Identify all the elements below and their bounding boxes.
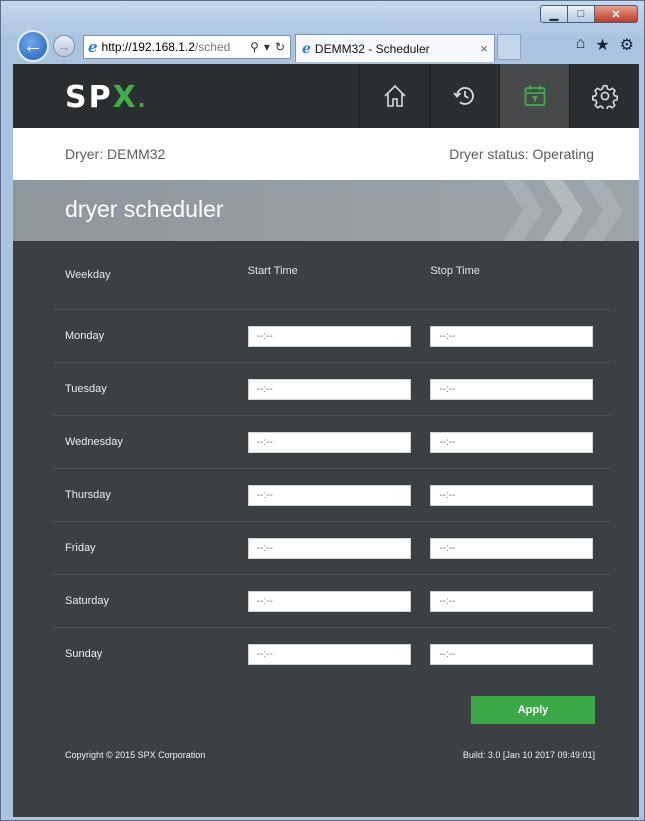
tuesday-start-time-input[interactable]: [247, 378, 411, 400]
weekday-label: Saturday: [65, 595, 110, 607]
calendar-icon: [524, 85, 545, 106]
nav-scheduler-button[interactable]: [499, 64, 569, 128]
monday-stop-time-input[interactable]: [430, 325, 594, 347]
back-arrow-icon[interactable]: ←: [17, 30, 49, 62]
friday-start-time-input[interactable]: [247, 537, 411, 559]
dryer-name: Dryer: DEMM32: [65, 146, 166, 162]
schedule-row-wednesday: Wednesday: [53, 415, 610, 468]
friday-stop-time-input[interactable]: [430, 537, 594, 559]
schedule-row-thursday: Thursday: [53, 468, 610, 521]
monday-start-time-input[interactable]: [247, 325, 411, 347]
minimize-icon[interactable]: ▁: [540, 5, 567, 23]
app-header: SPX.: [13, 64, 639, 128]
saturday-start-time-input[interactable]: [247, 590, 411, 612]
wednesday-stop-time-input[interactable]: [430, 431, 594, 453]
window-controls: ▁ □ ✕: [540, 5, 638, 23]
logo-x: X: [112, 80, 138, 115]
schedule-table: Weekday Start Time Stop Time Monday Tues…: [13, 241, 639, 724]
url-path: /sched: [194, 40, 231, 54]
apply-container: Apply: [53, 696, 610, 724]
apply-button[interactable]: Apply: [471, 696, 595, 724]
nav-home-button[interactable]: [359, 64, 429, 128]
logo-dot: .: [137, 88, 148, 112]
nav-history-button[interactable]: [429, 64, 499, 128]
status-bar: Dryer: DEMM32 Dryer status: Operating: [13, 128, 639, 180]
forward-arrow-icon[interactable]: →: [53, 35, 75, 57]
thursday-stop-time-input[interactable]: [430, 484, 594, 506]
weekday-label: Wednesday: [65, 436, 123, 448]
address-tools: ⚲ ▾ ↻: [245, 40, 290, 54]
thursday-start-time-input[interactable]: [247, 484, 411, 506]
sunday-stop-time-input[interactable]: [430, 643, 594, 665]
build-info: Build: 3.0 [Jan 10 2017 09:49:01]: [462, 750, 595, 760]
weekday-label: Thursday: [65, 489, 111, 501]
nav-settings-button[interactable]: [569, 64, 639, 128]
sunday-start-time-input[interactable]: [247, 643, 411, 665]
browser-window: ▁ □ ✕ ← → e http://192.168.1.2/sched ⚲ ▾…: [0, 0, 645, 821]
favorites-star-icon[interactable]: ★: [595, 35, 609, 55]
close-window-icon[interactable]: ✕: [594, 5, 638, 23]
tuesday-stop-time-input[interactable]: [430, 378, 594, 400]
new-tab-button[interactable]: [497, 34, 521, 60]
weekday-header: Weekday: [65, 269, 111, 281]
history-icon: [452, 87, 474, 105]
dryer-status: Dryer status: Operating: [449, 146, 594, 162]
dropdown-icon[interactable]: ▾: [264, 40, 270, 54]
refresh-icon[interactable]: ↻: [275, 40, 285, 54]
schedule-row-sunday: Sunday: [53, 627, 610, 680]
saturday-stop-time-input[interactable]: [430, 590, 594, 612]
address-bar[interactable]: e http://192.168.1.2/sched ⚲ ▾ ↻: [83, 35, 291, 59]
schedule-row-friday: Friday: [53, 521, 610, 574]
weekday-label: Tuesday: [65, 383, 107, 395]
page-title: dryer scheduler: [65, 196, 224, 222]
weekday-label: Friday: [65, 542, 96, 554]
tools-gear-icon[interactable]: ⚙: [620, 35, 634, 55]
start-time-header: Start Time: [247, 265, 298, 277]
chevron-decoration-icon: [503, 180, 543, 241]
schedule-header: Weekday Start Time Stop Time: [53, 241, 610, 309]
spx-logo[interactable]: SPX.: [65, 80, 147, 115]
settings-icon: [591, 85, 618, 109]
chevron-decoration-icon: [543, 180, 583, 241]
page-title-band: dryer scheduler: [13, 180, 639, 241]
page-viewport: SPX. Dryer: DEMM32 Dryer status: Operati…: [13, 64, 639, 817]
schedule-row-saturday: Saturday: [53, 574, 610, 627]
footer: Copyright © 2015 SPX Corporation Build: …: [13, 750, 639, 760]
weekday-label: Sunday: [65, 648, 103, 660]
address-url[interactable]: http://192.168.1.2/sched: [102, 40, 246, 54]
home-icon: [383, 84, 406, 107]
url-host: http://192.168.1.2: [101, 40, 195, 54]
logo-text: SP: [65, 80, 113, 115]
tab-title: DEMM32 - Scheduler: [314, 41, 430, 56]
tab-close-icon[interactable]: ×: [480, 41, 488, 56]
browser-toolbar: ⌂ ★ ⚙: [576, 35, 634, 55]
schedule-row-tuesday: Tuesday: [53, 362, 610, 415]
maximize-icon[interactable]: □: [567, 5, 594, 23]
chevron-decoration-icon: [583, 180, 623, 241]
weekday-label: Monday: [65, 330, 105, 342]
ie-logo-icon: e: [88, 38, 98, 56]
tab-favicon-icon: e: [302, 40, 311, 57]
browser-tab[interactable]: e DEMM32 - Scheduler ×: [295, 34, 495, 62]
search-icon[interactable]: ⚲: [250, 40, 259, 54]
stop-time-header: Stop Time: [430, 265, 480, 277]
wednesday-start-time-input[interactable]: [247, 431, 411, 453]
home-page-icon[interactable]: ⌂: [576, 35, 586, 55]
main-nav: [359, 64, 639, 128]
schedule-row-monday: Monday: [53, 309, 610, 362]
copyright-text: Copyright © 2015 SPX Corporation: [65, 750, 206, 760]
